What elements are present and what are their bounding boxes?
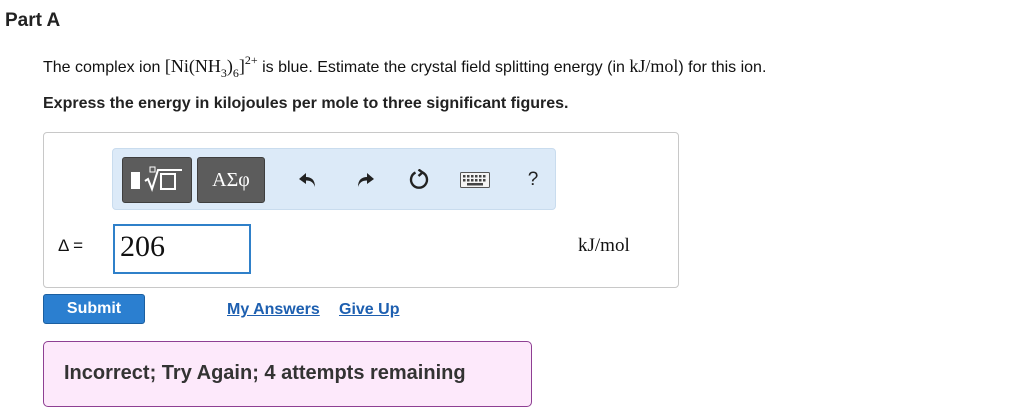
redo-button[interactable] xyxy=(353,169,377,191)
part-title: Part A xyxy=(5,10,61,31)
templates-icon xyxy=(131,166,182,192)
submit-button[interactable]: Submit xyxy=(43,294,145,324)
question-text-before: The complex ion xyxy=(43,59,165,76)
undo-button[interactable] xyxy=(296,169,320,191)
help-button[interactable]: ? xyxy=(521,169,545,191)
question-text: The complex ion [Ni(NH3)6]2+ is blue. Es… xyxy=(43,53,766,81)
math-toolbar: ΑΣφ ? xyxy=(112,148,556,210)
symbols-label: ΑΣφ xyxy=(212,168,250,191)
answer-input[interactable]: 206 xyxy=(113,224,251,274)
complex-ion-formula: [Ni(NH3)6]2+ xyxy=(164,53,258,80)
delta-label: Δ = xyxy=(58,236,84,255)
feedback-message: Incorrect; Try Again; 4 attempts remaini… xyxy=(43,341,532,407)
question-text-middle: is blue. Estimate the crystal field spli… xyxy=(257,59,630,76)
reset-icon xyxy=(409,169,429,189)
symbols-button[interactable]: ΑΣφ xyxy=(197,157,265,203)
question-text-after: ) for this ion. xyxy=(678,59,767,76)
question-unit: kJ/mol xyxy=(629,56,679,76)
keyboard-icon xyxy=(460,172,490,188)
instruction-text: Express the energy in kilojoules per mol… xyxy=(43,95,569,112)
formula-charge: 2+ xyxy=(244,53,258,67)
formula-open: [Ni(NH xyxy=(164,56,221,76)
undo-icon xyxy=(299,173,315,187)
templates-button[interactable] xyxy=(122,157,192,203)
redo-icon xyxy=(358,173,374,187)
my-answers-link[interactable]: My Answers xyxy=(227,301,320,319)
reset-button[interactable] xyxy=(407,169,431,191)
help-label: ? xyxy=(527,169,539,190)
keyboard-button[interactable] xyxy=(459,169,491,191)
give-up-link[interactable]: Give Up xyxy=(339,301,399,319)
answer-unit: kJ/mol xyxy=(578,235,630,256)
